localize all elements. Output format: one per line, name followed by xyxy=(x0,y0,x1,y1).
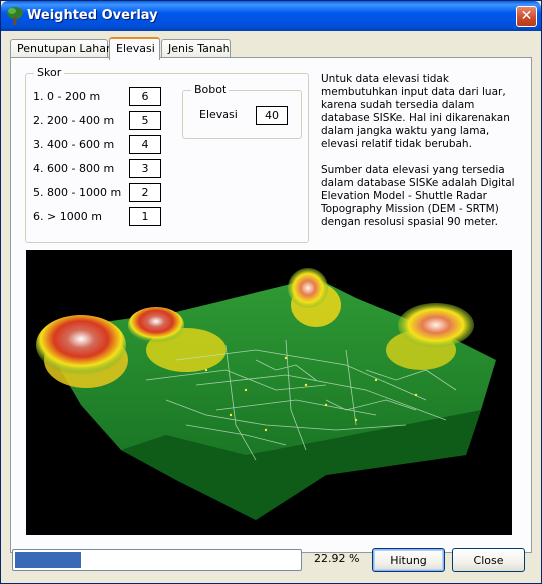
skor-input-6[interactable] xyxy=(129,207,161,226)
dialog-body: Penutupan Lahan Elevasi Jenis Tanah Skor… xyxy=(4,31,538,581)
skor-label: 1. 0 - 200 m xyxy=(33,90,101,103)
skor-row: 6. > 1000 m xyxy=(26,207,176,227)
bobot-input[interactable] xyxy=(256,106,288,125)
tab-penutupan-lahan[interactable]: Penutupan Lahan xyxy=(10,39,113,59)
bobot-label: Elevasi xyxy=(199,108,238,121)
skor-label: 3. 400 - 600 m xyxy=(33,138,115,151)
skor-row: 1. 0 - 200 m xyxy=(26,87,176,107)
info-paragraph-1: Untuk data elevasi tidak membutuhkan inp… xyxy=(321,73,510,150)
tab-elevasi[interactable]: Elevasi xyxy=(109,37,160,60)
skor-label: 4. 600 - 800 m xyxy=(33,162,115,175)
tab-jenis-tanah[interactable]: Jenis Tanah xyxy=(161,39,231,59)
skor-label: 2. 200 - 400 m xyxy=(33,114,115,127)
title-bar[interactable]: Weighted Overlay ✕ xyxy=(1,1,541,31)
skor-row: 3. 400 - 600 m xyxy=(26,135,176,155)
weighted-overlay-window: Weighted Overlay ✕ Penutupan Lahan Eleva… xyxy=(0,0,542,584)
skor-group: Skor 1. 0 - 200 m 2. 200 - 400 m 3. 400 … xyxy=(25,66,309,243)
elevasi-tab-panel: Skor 1. 0 - 200 m 2. 200 - 400 m 3. 400 … xyxy=(10,57,532,553)
bobot-legend: Bobot xyxy=(191,83,230,96)
hitung-button[interactable]: Hitung xyxy=(372,548,445,572)
skor-input-5[interactable] xyxy=(129,183,161,202)
skor-label: 5. 800 - 1000 m xyxy=(33,186,122,199)
skor-input-1[interactable] xyxy=(129,87,161,106)
close-window-button[interactable]: ✕ xyxy=(516,6,537,27)
bobot-group: Bobot Elevasi xyxy=(182,83,302,139)
tree-icon xyxy=(7,7,23,25)
skor-row: 5. 800 - 1000 m xyxy=(26,183,176,203)
skor-input-4[interactable] xyxy=(129,159,161,178)
progress-bar xyxy=(12,549,302,571)
skor-input-2[interactable] xyxy=(129,111,161,130)
info-paragraph-2: Sumber data elevasi yang tersedia dalam … xyxy=(321,164,515,228)
progress-fill xyxy=(15,552,81,568)
skor-legend: Skor xyxy=(34,66,65,79)
skor-input-3[interactable] xyxy=(129,135,161,154)
window-title: Weighted Overlay xyxy=(27,8,158,23)
info-text: Untuk data elevasi tidak membutuhkan inp… xyxy=(321,73,521,242)
skor-row: 4. 600 - 800 m xyxy=(26,159,176,179)
skor-label: 6. > 1000 m xyxy=(33,210,102,223)
progress-percent: 22.92 % xyxy=(314,552,360,565)
elevation-3d-map xyxy=(26,250,512,535)
skor-row: 2. 200 - 400 m xyxy=(26,111,176,131)
close-button[interactable]: Close xyxy=(452,548,525,572)
